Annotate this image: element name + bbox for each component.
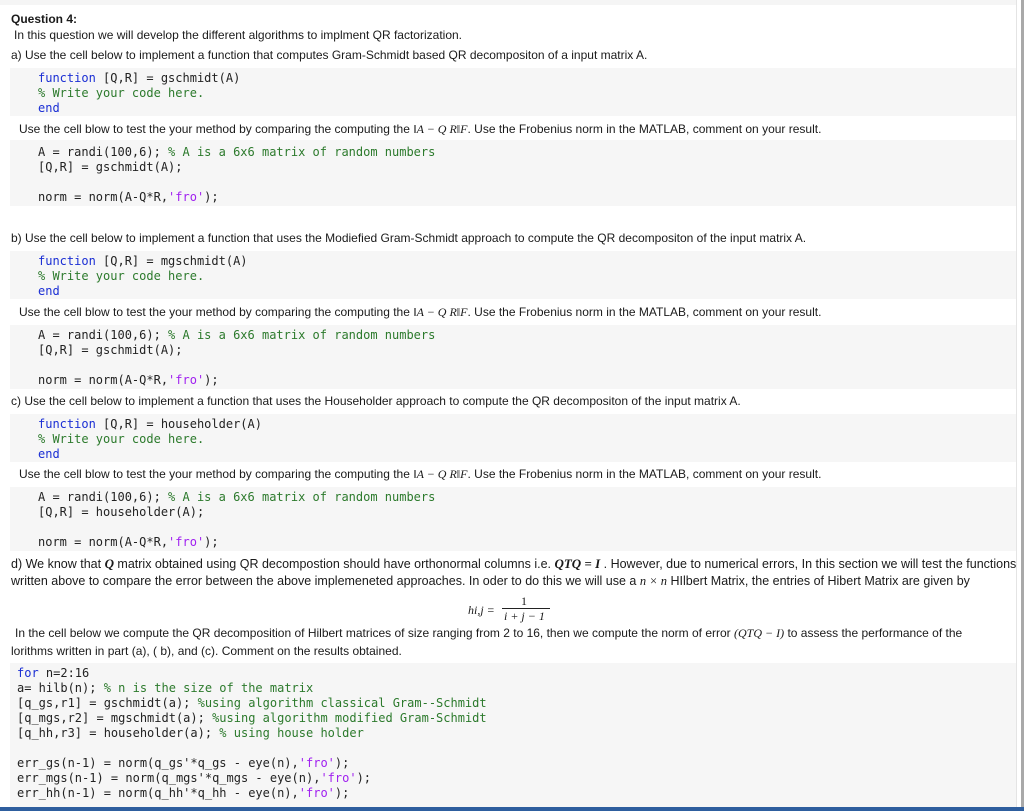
code-comment: % Write your code here. [38,432,205,446]
code-line: A = randi(100,6); % A is a 6x6 matrix of… [38,145,436,159]
code-line: err_mgs(n-1) = norm(q_mgs'*q_mgs - eye(n… [17,771,372,785]
code-end: end [38,284,60,298]
code-line: A = randi(100,6); % A is a 6x6 matrix of… [38,490,436,504]
part-b-function-cell[interactable]: function [Q,R] = mgschmidt(A) % Write yo… [10,251,1016,299]
code-line: norm = norm(A-Q*R,'fro'); [38,535,219,549]
code-end: end [38,101,60,115]
part-d-para2-line1: In the cell below we compute the QR deco… [15,626,963,640]
intro-text: In this question we will develop the dif… [14,28,462,42]
part-c-function-cell[interactable]: function [Q,R] = householder(A) % Write … [10,414,1016,462]
code-line: err_hh(n-1) = norm(q_hh'*q_hh - eye(n),'… [17,786,350,800]
part-b-test-text: Use the cell blow to test the your metho… [19,305,822,319]
part-a-function-cell[interactable]: function [Q,R] = gschmidt(A) % Write you… [10,68,1016,116]
formula-numerator: 1 [521,594,527,608]
part-d-para2-line2: lorithms written in part (a), ( b), and … [11,644,402,658]
code-line: norm = norm(A-Q*R,'fro'); [38,190,219,204]
code-line: A = randi(100,6); % A is a 6x6 matrix of… [38,328,436,342]
code-line: err_gs(n-1) = norm(q_gs'*q_gs - eye(n),'… [17,756,350,770]
code-line: [q_hh,r3] = householder(a); % using hous… [17,726,364,740]
code-line: [Q,R] = householder(A); [38,505,205,519]
formula-lhs: hi,j = [468,603,495,617]
bottom-bar [0,807,1024,811]
code-line: [q_mgs,r2] = mgschmidt(a); %using algori… [17,711,487,725]
formula-denominator: i + j − 1 [504,609,545,623]
code-line: a= hilb(n); % n is the size of the matri… [17,681,314,695]
part-a-prompt: a) Use the cell below to implement a fun… [11,48,648,62]
code-comment: % Write your code here. [38,269,205,283]
part-c-prompt: c) Use the cell below to implement a fun… [11,394,741,408]
part-b-prompt: b) Use the cell below to implement a fun… [11,231,807,245]
code-line: function [Q,R] = gschmidt(A) [38,71,241,85]
question-title: Question 4: [11,12,78,26]
code-line: [q_gs,r1] = gschmidt(a); %using algorith… [17,696,487,710]
part-c-test-cell[interactable]: A = randi(100,6); % A is a 6x6 matrix of… [10,487,1016,551]
code-line: [Q,R] = gschmidt(A); [38,160,183,174]
part-d-line1: d) We know that Q matrix obtained using … [11,556,1017,571]
part-a-test-cell[interactable]: A = randi(100,6); % A is a 6x6 matrix of… [10,140,1016,206]
code-line: function [Q,R] = householder(A) [38,417,262,431]
code-end: end [38,447,60,461]
top-strip [0,0,1017,5]
part-c-test-text: Use the cell blow to test the your metho… [19,467,822,481]
content-border [1016,0,1017,808]
code-line: function [Q,R] = mgschmidt(A) [38,254,248,268]
code-line: norm = norm(A-Q*R,'fro'); [38,373,219,387]
part-d-line2: written above to compare the error betwe… [11,574,970,588]
code-comment: % Write your code here. [38,86,205,100]
part-a-test-text: Use the cell blow to test the your metho… [19,122,822,136]
code-line: for n=2:16 [17,666,90,680]
part-b-test-cell[interactable]: A = randi(100,6); % A is a 6x6 matrix of… [10,325,1016,389]
part-d-code-cell[interactable]: for n=2:16 a= hilb(n); % n is the size o… [10,663,1016,808]
code-line: [Q,R] = gschmidt(A); [38,343,183,357]
